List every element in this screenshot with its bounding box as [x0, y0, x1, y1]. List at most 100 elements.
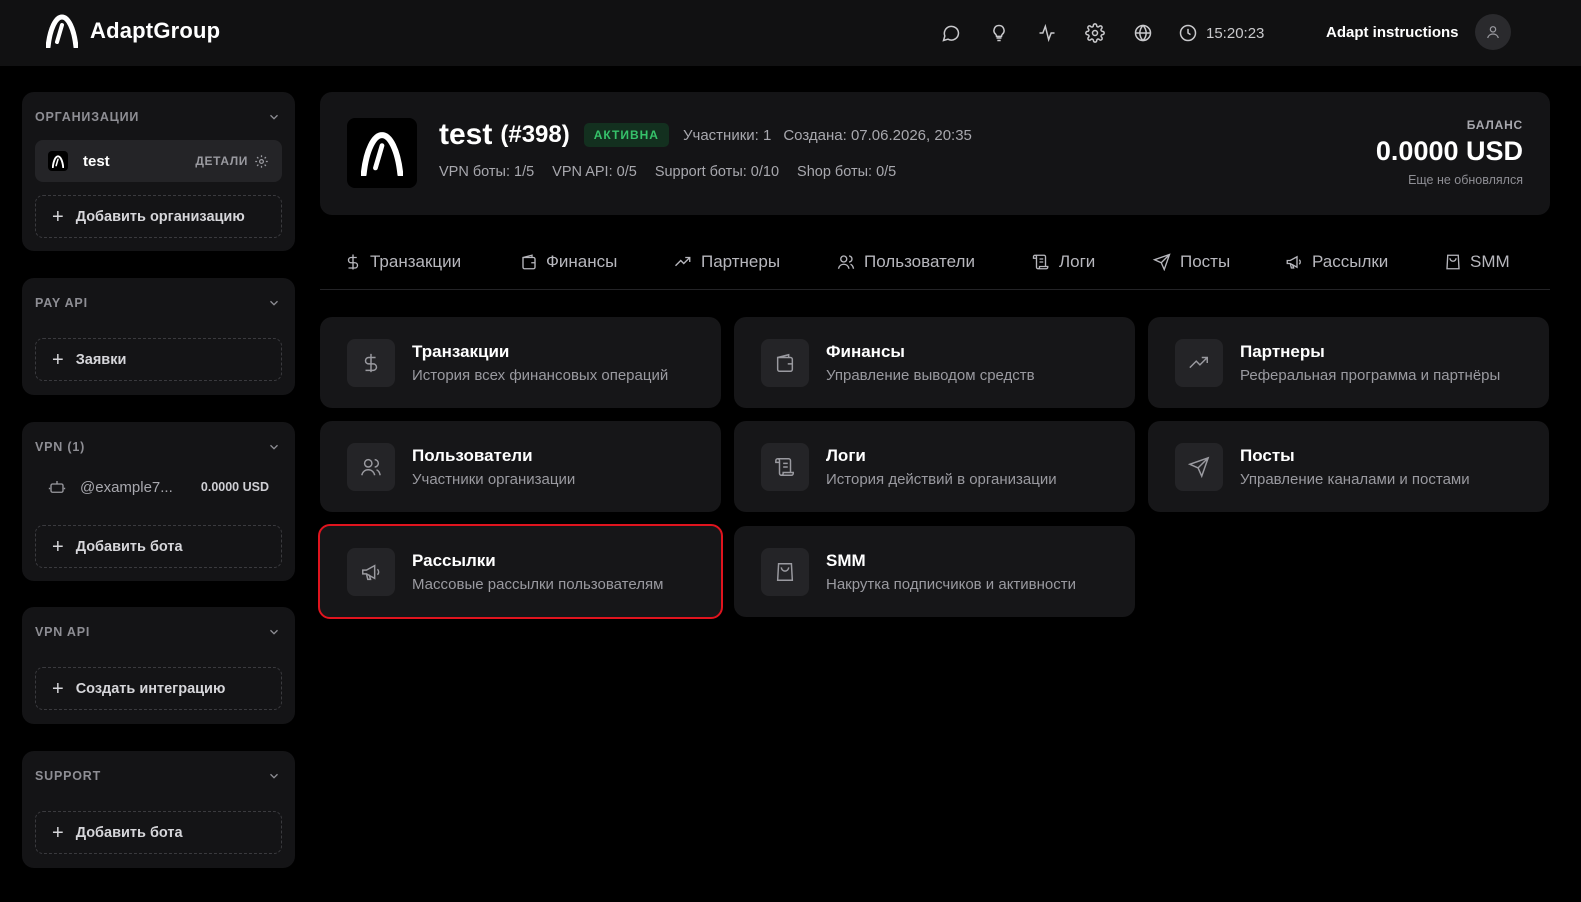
user-name: Adapt instructions: [1326, 23, 1459, 41]
pay-api-title: PAY API: [35, 296, 88, 310]
brand[interactable]: AdaptGroup: [46, 14, 220, 48]
org-logo: [347, 118, 417, 188]
card-transactions[interactable]: Транзакции История всех финансовых опера…: [320, 317, 721, 408]
plus-icon: +: [52, 677, 64, 700]
tab-users-label: Пользователи: [864, 252, 975, 271]
card-title: Посты: [1240, 446, 1295, 465]
tab-finances[interactable]: Финансы: [520, 252, 617, 272]
chevron-down-icon[interactable]: [267, 769, 281, 783]
lightbulb-icon[interactable]: [984, 18, 1014, 48]
balance-label: БАЛАНС: [1466, 118, 1523, 132]
org-logo: [48, 151, 68, 171]
plus-icon: +: [52, 205, 64, 228]
gear-icon[interactable]: [1080, 18, 1110, 48]
scroll-icon: [1032, 254, 1049, 270]
stat-vpn-bots: VPN боты: 1/5: [439, 164, 535, 180]
send-icon: [1152, 253, 1171, 271]
org-created: Создана: 07.06.2026, 20:35: [783, 126, 972, 144]
clock: 15:20:23: [1178, 23, 1264, 43]
card-title: Пользователи: [412, 446, 533, 465]
megaphone-icon: [1286, 255, 1301, 269]
chevron-down-icon[interactable]: [267, 440, 281, 454]
card-icon-box: [1175, 443, 1223, 491]
pay-api-panel: PAY API + Заявки: [22, 278, 295, 395]
card-logs[interactable]: Логи История действий в организации: [734, 421, 1135, 512]
support-title: SUPPORT: [35, 769, 102, 783]
add-vpn-bot-button[interactable]: + Добавить бота: [35, 525, 282, 568]
org-item-test[interactable]: test ДЕТАЛИ: [35, 140, 282, 182]
pay-api-requests-button[interactable]: + Заявки: [35, 338, 282, 381]
scroll-icon: [775, 458, 794, 476]
card-description: Участники организации: [412, 471, 576, 488]
users-icon: [361, 458, 381, 476]
card-description: Накрутка подписчиков и активности: [826, 576, 1077, 593]
balance-note: Еще не обновлялся: [1408, 173, 1523, 187]
tab-users[interactable]: Пользователи: [836, 252, 975, 272]
card-icon-box: [761, 443, 809, 491]
wallet-icon: [522, 254, 536, 270]
tab-logs[interactable]: Логи: [1031, 252, 1095, 272]
tab-mailings[interactable]: Рассылки: [1284, 252, 1388, 272]
tab-mailings-label: Рассылки: [1312, 252, 1389, 271]
pay-api-requests-label: Заявки: [75, 351, 127, 368]
tab-transactions[interactable]: Транзакции: [344, 252, 461, 272]
card-mailings[interactable]: Рассылки Массовые рассылки пользователям: [318, 524, 723, 619]
chevron-down-icon[interactable]: [267, 625, 281, 639]
tab-partners-label: Партнеры: [701, 252, 781, 271]
tab-partners[interactable]: Партнеры: [673, 252, 780, 272]
avatar[interactable]: [1474, 14, 1511, 50]
card-description: История действий в организации: [826, 471, 1057, 488]
plus-icon: +: [52, 535, 64, 558]
add-organization-label: Добавить организацию: [75, 208, 245, 225]
trending-up-icon: [675, 256, 691, 267]
tab-smm[interactable]: SMM: [1444, 252, 1510, 272]
add-organization-button[interactable]: + Добавить организацию: [35, 195, 282, 238]
card-users[interactable]: Пользователи Участники организации: [320, 421, 721, 512]
org-item-name: test: [83, 152, 110, 170]
balance-value: 0.0000 USD: [1375, 136, 1523, 166]
dollar-icon: [364, 353, 378, 373]
vpn-api-panel: VPN API + Создать интеграцию: [22, 607, 295, 724]
tab-transactions-label: Транзакции: [370, 252, 462, 271]
card-title: Рассылки: [412, 551, 496, 570]
chevron-down-icon[interactable]: [267, 296, 281, 310]
vpn-title: VPN (1): [35, 440, 86, 454]
card-title: Партнеры: [1240, 342, 1325, 361]
card-title: Транзакции: [412, 342, 510, 361]
card-icon-box: [1175, 339, 1223, 387]
user-menu[interactable]: Adapt instructions: [1326, 14, 1511, 50]
org-title-row: test (#398) АКТИВНА Участники: 1 Создана…: [439, 118, 972, 152]
clock-time: 15:20:23: [1206, 24, 1265, 42]
tab-finances-label: Финансы: [546, 252, 618, 271]
stat-support-bots: Support боты: 0/10: [654, 164, 780, 180]
vpn-bot-item[interactable]: @example7... 0.0000 USD: [48, 478, 269, 496]
tab-logs-label: Логи: [1059, 252, 1096, 271]
card-description: Реферальная программа и партнёры: [1240, 367, 1501, 384]
stat-vpn-api: VPN API: 0/5: [552, 164, 637, 180]
activity-icon[interactable]: [1032, 18, 1062, 48]
card-smm[interactable]: SMM Накрутка подписчиков и активности: [734, 526, 1135, 617]
add-support-bot-button[interactable]: + Добавить бота: [35, 811, 282, 854]
card-icon-box: [347, 339, 395, 387]
card-finances[interactable]: Финансы Управление выводом средств: [734, 317, 1135, 408]
chevron-down-icon[interactable]: [267, 110, 281, 124]
card-icon-box: [761, 548, 809, 596]
org-title-name: test: [439, 118, 493, 151]
shopping-bag-icon: [776, 563, 794, 581]
card-posts[interactable]: Посты Управление каналами и постами: [1148, 421, 1549, 512]
globe-icon[interactable]: [1128, 18, 1158, 48]
vpn-bot-name: @example7...: [80, 478, 173, 496]
plus-icon: +: [52, 348, 64, 371]
support-panel: SUPPORT + Добавить бота: [22, 751, 295, 868]
organizations-title: ОРГАНИЗАЦИИ: [35, 110, 140, 124]
gear-icon: [255, 154, 268, 168]
tab-posts[interactable]: Посты: [1152, 252, 1230, 272]
card-description: Управление выводом средств: [826, 367, 1035, 384]
chat-icon[interactable]: [936, 18, 966, 48]
dollar-icon: [347, 254, 359, 270]
create-integration-button[interactable]: + Создать интеграцию: [35, 667, 282, 710]
org-details-button[interactable]: ДЕТАЛИ: [195, 154, 269, 169]
card-partners[interactable]: Партнеры Реферальная программа и партнёр…: [1148, 317, 1549, 408]
card-description: История всех финансовых операций: [412, 367, 669, 384]
org-title-id: (#398): [500, 121, 570, 148]
